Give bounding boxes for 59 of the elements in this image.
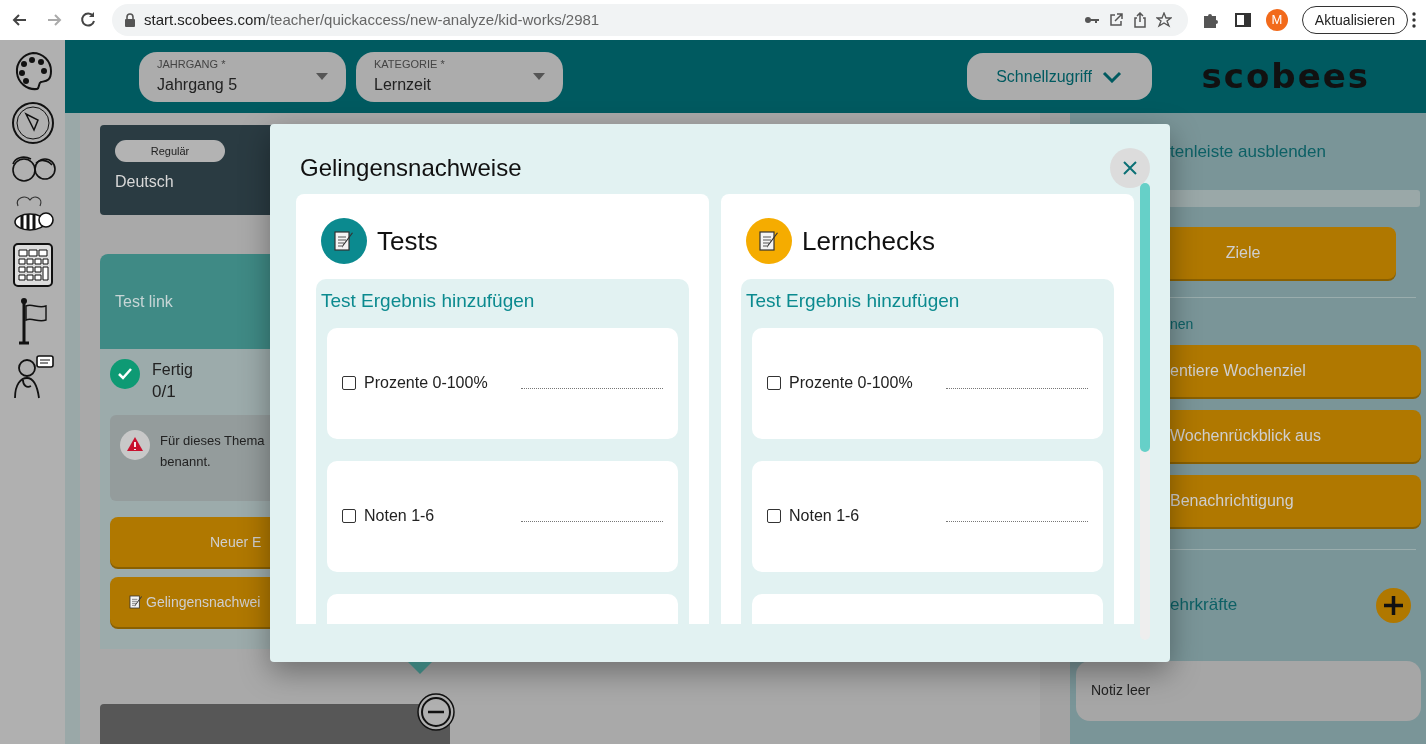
sidebar-icon[interactable]: [1233, 11, 1252, 29]
select-field[interactable]: JAHRGANG * Jahrgang 5: [139, 51, 346, 102]
external-link-icon[interactable]: [1107, 12, 1124, 28]
checkbox[interactable]: [767, 509, 781, 523]
add-result-label[interactable]: Test Ergebnis hinzufügen: [321, 287, 678, 316]
scrollbar-thumb[interactable]: [1140, 183, 1150, 452]
select-value: Jahrgang 5: [157, 74, 239, 95]
lock-icon: [124, 13, 136, 27]
minus-circle-icon[interactable]: [416, 692, 456, 732]
chevron-down-icon: [1101, 70, 1122, 83]
calculator-icon[interactable]: [11, 242, 54, 288]
star-icon[interactable]: [1155, 12, 1172, 28]
more-icon[interactable]: [1412, 12, 1416, 28]
reload-icon[interactable]: [78, 10, 98, 30]
teachers-label: ehrkräfte: [1170, 594, 1239, 617]
option-label: Noten 1-6: [789, 506, 860, 526]
sidebar-toggle-link[interactable]: tenleiste ausblenden: [1170, 139, 1421, 165]
task-title[interactable]: Test link: [115, 289, 173, 314]
status-label: Fertig: [152, 360, 193, 380]
note-text: Notiz leer: [1091, 681, 1151, 700]
close-button[interactable]: [1110, 148, 1150, 188]
column-title: Lernchecks: [802, 224, 935, 258]
logo: scobees: [1201, 55, 1370, 98]
update-button[interactable]: Aktualisieren: [1301, 6, 1408, 34]
progress-count: 0/1: [152, 381, 177, 403]
column-title: Tests: [377, 224, 438, 258]
warning-text: benannt.: [160, 453, 212, 471]
add-icon[interactable]: [1376, 587, 1411, 623]
select-field[interactable]: KATEGORIE * Lernzeit: [356, 51, 563, 102]
option-label: Prozente 0-100%: [364, 373, 488, 393]
dropdown-caret-icon: [533, 73, 545, 80]
close-icon: [1123, 161, 1137, 175]
share-icon[interactable]: [1131, 12, 1148, 28]
select-value: Lernzeit: [374, 74, 432, 95]
subject-name: Deutsch: [115, 172, 175, 192]
puzzle-icon[interactable]: [1201, 11, 1220, 29]
select-label: KATEGORIE *: [374, 57, 446, 73]
checkbox[interactable]: [342, 376, 356, 390]
section-label: nen: [1170, 314, 1195, 334]
dropdown-caret-icon: [316, 73, 328, 80]
quick-access-button[interactable]: Schnellzugriff: [966, 53, 1152, 100]
select-label: JAHRGANG *: [157, 57, 227, 73]
memo-icon: [332, 229, 356, 253]
add-result-label[interactable]: Test Ergebnis hinzufügen: [746, 287, 1103, 316]
url-text: start.scobees.com/teacher/quickaccess/new-analyze/kid-works/2981: [144, 9, 600, 30]
checkbox[interactable]: [342, 509, 356, 523]
profile-avatar[interactable]: M: [1265, 9, 1288, 31]
option-label: Prozente 0-100%: [789, 373, 913, 393]
warning-icon: [120, 430, 150, 460]
warning-text: Für dieses Thema: [160, 432, 265, 450]
tag-label: Regulär: [115, 140, 225, 162]
address-bar[interactable]: start.scobees.com/teacher/quickaccess/new-analyze/kid-works/2981: [112, 4, 1188, 36]
note-card[interactable]: Notiz leer: [1076, 660, 1421, 721]
compass-icon[interactable]: [9, 100, 56, 146]
pointer-triangle: [408, 662, 432, 674]
checkbox[interactable]: [767, 376, 781, 390]
option-label: Noten 1-6: [364, 506, 435, 526]
memo-icon: [128, 593, 144, 611]
memo-icon: [757, 229, 781, 253]
